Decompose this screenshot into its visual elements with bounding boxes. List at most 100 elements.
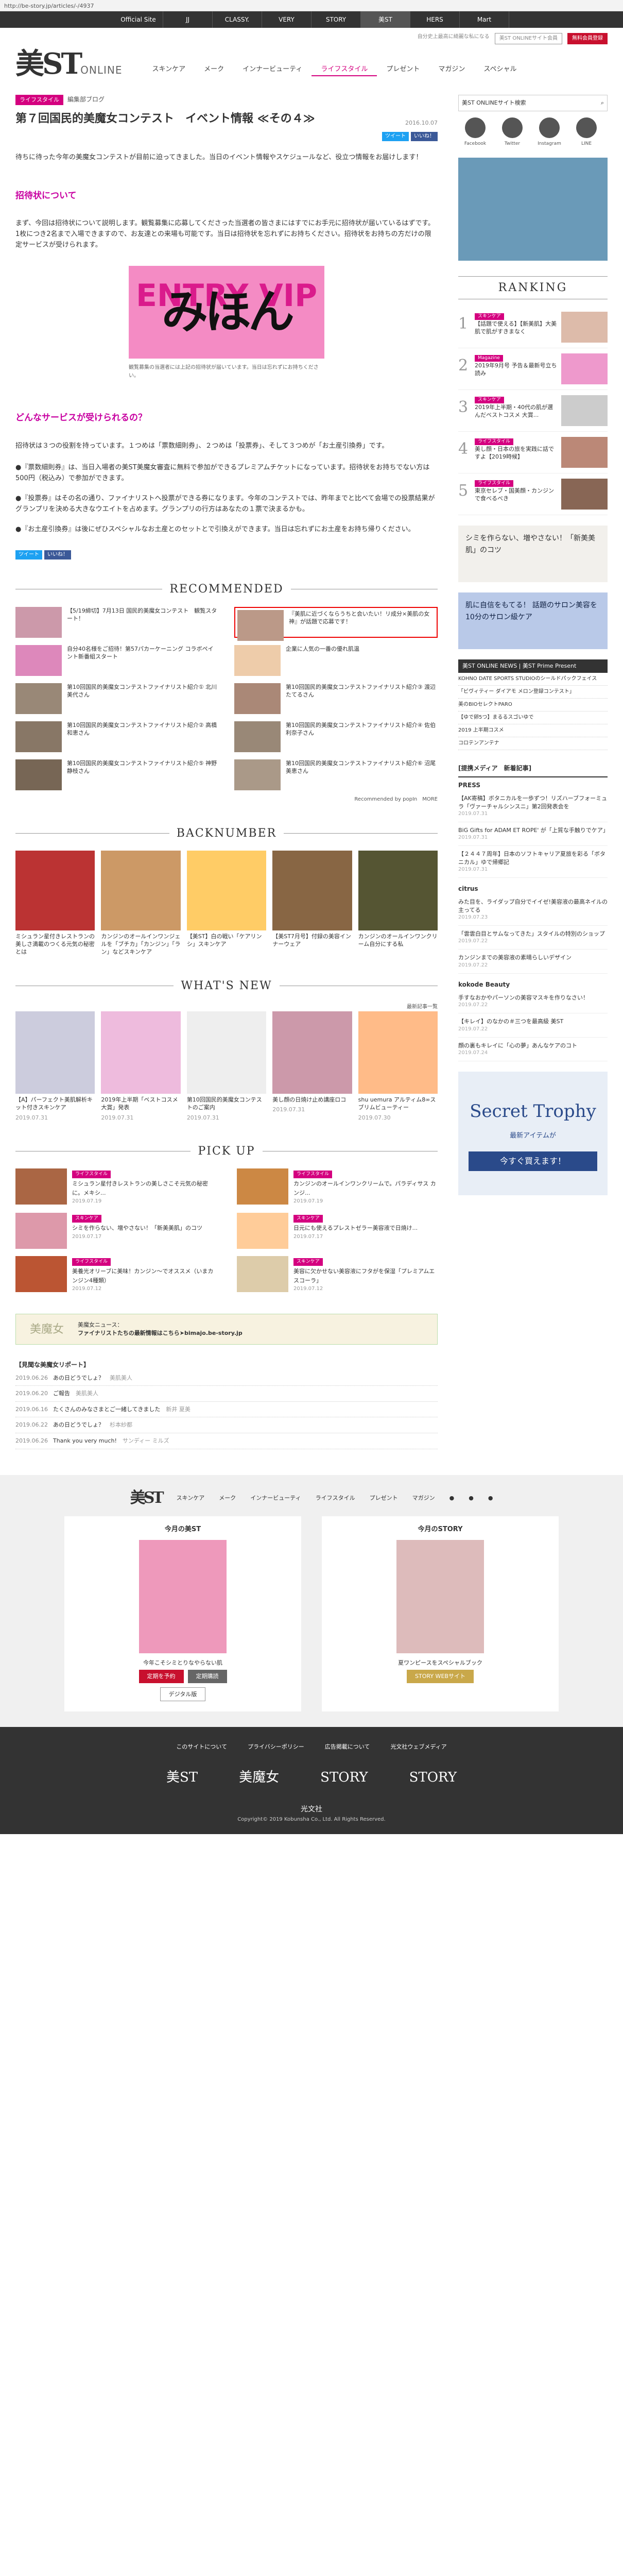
nav-present[interactable]: プレゼント (377, 64, 429, 76)
press-item[interactable]: 【２４４７周年】日本のソフトキャリア夏旅を彩る「ボタニカル」ゆで帰郷記 2019.… (458, 846, 608, 878)
bimajo-banner[interactable]: 美魔女 美魔女ニュース： ファイナリストたちの最新情報はこちら➤bimajo.be… (15, 1314, 438, 1345)
recommended-item[interactable]: 自分40名様をご招待！第57パカーケーニング コラボペイント新番組スタート (15, 645, 219, 676)
news-item[interactable]: 美のBIOセレクトPARO (458, 699, 608, 711)
brand-logo[interactable]: STORY (320, 1767, 368, 1789)
twitter-link[interactable]: Twitter (495, 117, 529, 147)
press-item[interactable]: 【AK寄稿】ボタニカルを一歩ずつ！リズハーブフォーミュラ「ヴァーチャルシンスニ」… (458, 790, 608, 822)
nav-lifestyle[interactable]: ライフスタイル (312, 64, 377, 76)
citrus-item[interactable]: カンジンまでの美容液の素晴らしいデザイン 2019.07.22 (458, 950, 608, 974)
story-ad[interactable]: Secret Trophy 最新アイテムが 今すぐ買えます！ (458, 1072, 608, 1196)
network-nav-item[interactable]: VERY (262, 11, 312, 28)
recommended-item[interactable]: 第10回国民的美魔女コンテストファイナリスト紹介⑤ 神野静枝さん (15, 759, 219, 790)
ranking-item[interactable]: 5 ライフスタイル 東京セレブ・国美顔・カンジンで食べるべき (458, 473, 608, 516)
nav-makeup[interactable]: メーク (195, 64, 233, 76)
kokode-item[interactable]: 顔の裏もキレイに「心の夢」あんなケアのコト 2019.07.24 (458, 1038, 608, 1062)
story-ad-button[interactable]: 今すぐ買えます！ (469, 1151, 597, 1171)
pickup-item[interactable]: スキンケア 美容に欠かせない美容液にフタがを保湿「プレミアムエスコーラ」 2019.… (237, 1256, 438, 1293)
news-item[interactable]: KOHNO DATE SPORTS STUDIOのシールドパックフェイス (458, 673, 608, 686)
magazine-cover[interactable] (396, 1540, 484, 1654)
recommended-item[interactable]: 第10回国民的美魔女コンテストファイナリスト紹介② 高橋和恵さん (15, 721, 219, 752)
line-link[interactable]: LINE (569, 117, 603, 147)
instagram-link[interactable]: Instagram (532, 117, 566, 147)
backnumber-item[interactable]: 【美ST】白の戦い「ケアリンシ」スキンケア (186, 850, 267, 956)
ranking-item[interactable]: 1 スキンケア 【話題で使える】【新美肌】大美肌で肌がすきまなく (458, 307, 608, 349)
network-nav-item[interactable]: HERS (410, 11, 460, 28)
facebook-icon[interactable]: ● (449, 1494, 455, 1503)
footer-link[interactable]: このサイトについて (176, 1742, 227, 1752)
tweet-button[interactable]: ツイート (382, 131, 409, 141)
ad-banner[interactable] (458, 157, 608, 261)
like-button[interactable]: いいね！ (411, 131, 438, 141)
category-tag[interactable]: ライフスタイル (15, 95, 63, 105)
site-search[interactable]: 美ST ONLINEサイト検索 ⌕ (458, 95, 608, 111)
more-link[interactable]: MORE (422, 796, 438, 802)
site-logo[interactable]: 美STONLINE (15, 49, 122, 78)
pickup-item[interactable]: ライフスタイル 美養光オリーブに美味！カンジン〜でオススメ（いまカンジン4種類） 2… (15, 1256, 216, 1293)
nav-magazine[interactable]: マガジン (429, 64, 474, 76)
recommended-item[interactable]: 【5/19締切】7月13日 国民的美魔女コンテスト 観覧スタート！ (15, 606, 219, 638)
url-bar[interactable]: http://be-story.jp/articles/-/4937 (0, 0, 623, 11)
citrus-item[interactable]: みた目を、ライダップ自分でイイゼ!美容液の最高ネイルの主ってる 2019.07.2… (458, 894, 608, 926)
whatsnew-more-link[interactable]: 最新記事一覧 (15, 1003, 438, 1011)
report-item[interactable]: 2019.06.22 あの日どうでしょ？ 杉本紗都 (15, 1417, 438, 1433)
kokode-item[interactable]: 手すなおかやパーソンの美容マスキを作りなさい！ 2019.07.22 (458, 990, 608, 1014)
facebook-link[interactable]: Facebook (458, 117, 492, 147)
ad-banner[interactable]: シミを作らない、増やさない！「新美美肌」のコツ (458, 526, 608, 583)
press-item[interactable]: BiG Gifts for ADAM ET ROPE' が「上質な手触りでケア」… (458, 822, 609, 846)
whatsnew-item[interactable]: shu uemura アルティム8∞スブリムビューティー 2019.07.30 (358, 1011, 438, 1122)
pickup-item[interactable]: ライフスタイル カンジンのオールインワンクリームで。パラディサス カンジ... 20… (237, 1168, 438, 1206)
footer-link[interactable]: 広告掲載について (325, 1742, 370, 1752)
report-item[interactable]: 2019.06.26 あの日どうでしょ？ 美肌美人 (15, 1370, 438, 1386)
brand-logo[interactable]: STORY (409, 1767, 457, 1789)
news-item[interactable]: 【ゆで卵5つ】まるるスゴいゆで (458, 711, 608, 724)
twitter-icon[interactable]: ● (469, 1494, 474, 1503)
pickup-item[interactable]: ライフスタイル ミシュラン星付きレストランの美しさこそ元気の秘密に。メキシ... 2… (15, 1168, 216, 1206)
recommended-item[interactable]: 第10回国民的美魔女コンテストファイナリスト紹介⑥ 沼尾美恵さん (234, 759, 438, 790)
whatsnew-item[interactable]: 第10回国民的美魔女コンテストのご案内 2019.07.31 (186, 1011, 267, 1122)
instagram-icon[interactable]: ● (488, 1494, 493, 1503)
subscribe-button[interactable]: 定期購読 (187, 1669, 227, 1683)
ranking-item[interactable]: 2 Magazine 2019年9月号 予告＆最新号立ち読み (458, 348, 608, 391)
blog-name[interactable]: 編集部ブログ (67, 96, 105, 103)
network-nav-item[interactable]: CLASSY. (213, 11, 262, 28)
footer-nav-item[interactable]: インナービューティ (250, 1494, 301, 1503)
recommended-item[interactable]: 第10回国民的美魔女コンテストファイナリスト紹介③ 渡辺たてるさん (234, 683, 438, 714)
backnumber-item[interactable]: カンジンのオールインワンクリーム自分にする私 (358, 850, 438, 956)
network-nav-item[interactable]: Mart (460, 11, 509, 28)
report-item[interactable]: 2019.06.16 たくさんのみなさまとご一緒してきました 新井 夏美 (15, 1402, 438, 1418)
report-item[interactable]: 2019.06.26 Thank you very much! サンディー ミルズ (15, 1433, 438, 1449)
news-item[interactable]: 2019 上半期コスメ (458, 724, 608, 737)
nav-skincare[interactable]: スキンケア (143, 64, 195, 76)
recommended-item[interactable]: 第10回国民的美魔女コンテストファイナリスト紹介④ 佐伯利奈子さん (234, 721, 438, 752)
kokode-item[interactable]: 【キレイ】のなかの＃三つを最高級 美ST 2019.07.22 (458, 1013, 608, 1038)
ad-banner[interactable]: 肌に自信をもてる！ 話題のサロン美容を10分のサロン級ケア (458, 592, 608, 650)
brand-logo[interactable]: 美ST (166, 1767, 198, 1789)
news-item[interactable]: コロテンアンテナ (458, 737, 608, 750)
ranking-item[interactable]: 3 スキンケア 2019年上半期・40代の肌が選んだベストコスメ 大賞... (458, 390, 608, 432)
digital-button[interactable]: デジタル版 (160, 1687, 206, 1702)
backnumber-item[interactable]: 【美ST7月号】付録の美容インナーウェア (272, 850, 352, 956)
footer-link[interactable]: プライバシーポリシー (248, 1742, 304, 1752)
member-button[interactable]: 美ST ONLINEサイト会員 (494, 33, 562, 44)
pickup-item[interactable]: スキンケア 日元にも使えるプレストゼラー美容液で日焼け... 2019.07.17 (237, 1213, 438, 1249)
news-item[interactable]: 「ビヴィティー ダイアモ メロン登録コンテスト」 (458, 686, 608, 699)
tweet-button[interactable]: ツイート (15, 550, 42, 560)
register-button[interactable]: 無料会員登録 (567, 33, 608, 44)
nav-inner-beauty[interactable]: インナービューティ (233, 64, 312, 76)
backnumber-item[interactable]: カンジンのオールインワンジェルを「ブチカ」「カンジン」「ラン」などスキンケア (101, 850, 181, 956)
footer-nav-item[interactable]: ライフスタイル (316, 1494, 355, 1503)
whatsnew-item[interactable]: 【A】パーフェクト美肌解析キット付きスキンケア 2019.07.31 (15, 1011, 95, 1122)
footer-logo[interactable]: 美ST (130, 1490, 164, 1506)
footer-nav-item[interactable]: スキンケア (177, 1494, 205, 1503)
network-nav-item[interactable]: JJ (163, 11, 213, 28)
citrus-item[interactable]: 「雲雲白目とサムなってきた」スタイルの特別のショップ 2019.07.22 (458, 926, 608, 950)
network-nav-item[interactable]: Official Site (114, 11, 163, 28)
nav-special[interactable]: スペシャル (474, 64, 526, 76)
footer-nav-item[interactable]: マガジン (412, 1494, 435, 1503)
network-nav-item[interactable]: 美ST (361, 11, 410, 28)
backnumber-item[interactable]: ミシュラン星付きレストランの美しさ満載のつくる元気の秘密とは (15, 850, 95, 956)
pickup-item[interactable]: スキンケア シミを作らない、増やさない！「新美美肌」のコツ 2019.07.17 (15, 1213, 216, 1249)
report-item[interactable]: 2019.06.20 ご報告 美肌美人 (15, 1386, 438, 1402)
footer-nav-item[interactable]: メーク (219, 1494, 236, 1503)
footer-link[interactable]: 光文社ウェブメディア (390, 1742, 446, 1752)
